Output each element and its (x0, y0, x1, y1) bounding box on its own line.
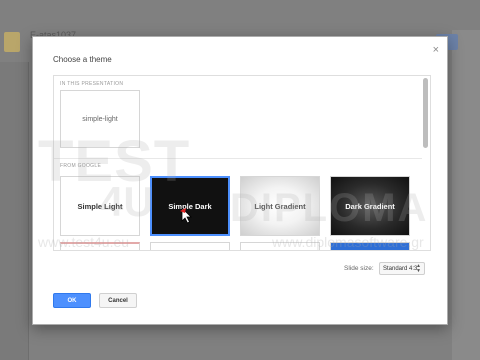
close-icon[interactable]: × (433, 45, 439, 56)
cancel-button[interactable]: Cancel (99, 293, 137, 308)
choose-theme-dialog: Choose a theme × IN THIS PRESENTATION si… (32, 36, 448, 325)
theme-thumb-current[interactable]: simple-light (60, 90, 140, 148)
theme-thumb-label: Light Gradient (254, 201, 306, 211)
slide-size-label: Slide size: (344, 265, 374, 272)
theme-list-scrollbar[interactable] (423, 78, 428, 148)
theme-thumb-light-gradient[interactable]: Light Gradient (240, 176, 320, 236)
section-label-in-presentation: IN THIS PRESENTATION (60, 81, 124, 87)
theme-thumb-next-row[interactable] (240, 242, 320, 250)
slide-filmstrip (0, 62, 29, 360)
theme-thumb-current-label: simple-light (82, 115, 118, 123)
document-icon (4, 32, 20, 52)
ok-button[interactable]: OK (53, 293, 91, 308)
app-right-panel (452, 30, 480, 360)
section-divider (54, 158, 422, 159)
theme-thumb-label: Dark Gradient (345, 201, 395, 211)
dialog-title: Choose a theme (53, 55, 112, 64)
theme-thumb-simple-light[interactable]: Simple Light (60, 176, 140, 236)
theme-list-panel[interactable]: IN THIS PRESENTATION simple-light FROM G… (53, 75, 431, 251)
slide-size-select[interactable]: Standard 4:3 ▲ ▼ (379, 262, 425, 275)
mouse-cursor-icon (180, 207, 192, 224)
theme-thumb-simple-dark[interactable]: Simple Dark (150, 176, 230, 236)
theme-thumb-next-row[interactable] (330, 242, 410, 250)
section-label-from-google: FROM GOOGLE (60, 163, 102, 169)
select-arrows-icon: ▲ ▼ (416, 263, 421, 274)
theme-thumb-dark-gradient[interactable]: Dark Gradient (330, 176, 410, 236)
theme-thumb-label: Simple Light (77, 201, 123, 211)
theme-thumb-next-row[interactable] (150, 242, 230, 250)
slide-size-value: Standard 4:3 (383, 265, 418, 272)
theme-thumb-next-row[interactable] (60, 242, 140, 250)
